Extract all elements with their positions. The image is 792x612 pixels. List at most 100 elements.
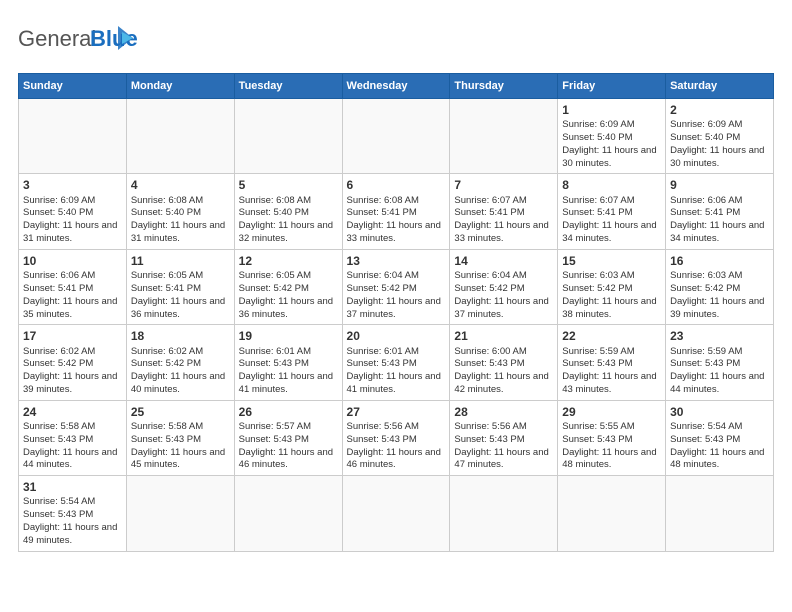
day-number: 7: [454, 177, 553, 193]
calendar-cell: [342, 476, 450, 551]
day-info: Sunrise: 6:06 AM Sunset: 5:41 PM Dayligh…: [23, 270, 122, 321]
day-number: 3: [23, 177, 122, 193]
day-number: 13: [347, 253, 446, 269]
calendar-cell: 27Sunrise: 5:56 AM Sunset: 5:43 PM Dayli…: [342, 400, 450, 475]
calendar-cell: 22Sunrise: 5:59 AM Sunset: 5:43 PM Dayli…: [558, 325, 666, 400]
calendar-cell: 2Sunrise: 6:09 AM Sunset: 5:40 PM Daylig…: [666, 99, 774, 174]
day-number: 31: [23, 479, 122, 495]
calendar-cell: 25Sunrise: 5:58 AM Sunset: 5:43 PM Dayli…: [126, 400, 234, 475]
calendar-cell: [450, 476, 558, 551]
calendar-cell: 16Sunrise: 6:03 AM Sunset: 5:42 PM Dayli…: [666, 249, 774, 324]
day-info: Sunrise: 5:56 AM Sunset: 5:43 PM Dayligh…: [347, 421, 446, 472]
day-info: Sunrise: 5:57 AM Sunset: 5:43 PM Dayligh…: [239, 421, 338, 472]
calendar-cell: 5 Sunrise: 6:08 AM Sunset: 5:40 PM Daylig…: [234, 174, 342, 249]
day-info: Sunrise: 6:03 AM Sunset: 5:42 PM Dayligh…: [670, 270, 769, 321]
day-info: Sunrise: 5:58 AM Sunset: 5:43 PM Dayligh…: [131, 421, 230, 472]
calendar-cell: 6Sunrise: 6:08 AM Sunset: 5:41 PM Daylig…: [342, 174, 450, 249]
day-number: 25: [131, 404, 230, 420]
day-number: 24: [23, 404, 122, 420]
calendar-cell: 12Sunrise: 6:05 AM Sunset: 5:42 PM Dayli…: [234, 249, 342, 324]
calendar-cell: 20Sunrise: 6:01 AM Sunset: 5:43 PM Dayli…: [342, 325, 450, 400]
calendar-week-2: 3 Sunrise: 6:09 AM Sunset: 5:40 PM Daylig…: [19, 174, 774, 249]
svg-text:General: General: [18, 26, 96, 51]
calendar-cell: [126, 99, 234, 174]
day-number: 11: [131, 253, 230, 269]
day-info: Sunrise: 6:03 AM Sunset: 5:42 PM Dayligh…: [562, 270, 661, 321]
calendar-cell: 31Sunrise: 5:54 AM Sunset: 5:43 PM Dayli…: [19, 476, 127, 551]
weekday-header-wednesday: Wednesday: [342, 74, 450, 99]
logo: General Blue: [18, 18, 138, 67]
calendar-cell: [666, 476, 774, 551]
day-number: 15: [562, 253, 661, 269]
day-number: 21: [454, 328, 553, 344]
calendar-cell: [558, 476, 666, 551]
day-number: 23: [670, 328, 769, 344]
day-number: 27: [347, 404, 446, 420]
day-info: Sunrise: 6:04 AM Sunset: 5:42 PM Dayligh…: [347, 270, 446, 321]
day-number: 5: [239, 177, 338, 193]
calendar-cell: 26Sunrise: 5:57 AM Sunset: 5:43 PM Dayli…: [234, 400, 342, 475]
day-number: 17: [23, 328, 122, 344]
calendar-week-1: 1Sunrise: 6:09 AM Sunset: 5:40 PM Daylig…: [19, 99, 774, 174]
calendar-cell: [126, 476, 234, 551]
calendar-cell: [342, 99, 450, 174]
calendar-cell: 10Sunrise: 6:06 AM Sunset: 5:41 PM Dayli…: [19, 249, 127, 324]
day-info: Sunrise: 6:06 AM Sunset: 5:41 PM Dayligh…: [670, 195, 769, 246]
calendar-week-4: 17 Sunrise: 6:02 AM Sunset: 5:42 PM Dayli…: [19, 325, 774, 400]
calendar-week-6: 31Sunrise: 5:54 AM Sunset: 5:43 PM Dayli…: [19, 476, 774, 551]
weekday-header-friday: Friday: [558, 74, 666, 99]
day-number: 2: [670, 102, 769, 118]
day-number: 1: [562, 102, 661, 118]
weekday-header-tuesday: Tuesday: [234, 74, 342, 99]
weekday-header-thursday: Thursday: [450, 74, 558, 99]
day-number: 16: [670, 253, 769, 269]
day-info: Sunrise: 6:09 AM Sunset: 5:40 PM Dayligh…: [562, 119, 661, 170]
day-info: Sunrise: 6:02 AM Sunset: 5:42 PM Dayligh…: [131, 346, 230, 397]
calendar-cell: 30Sunrise: 5:54 AM Sunset: 5:43 PM Dayli…: [666, 400, 774, 475]
day-number: 26: [239, 404, 338, 420]
calendar-cell: 24Sunrise: 5:58 AM Sunset: 5:43 PM Dayli…: [19, 400, 127, 475]
calendar-cell: 17Sunrise: 6:02 AM Sunset: 5:42 PM Dayli…: [19, 325, 127, 400]
calendar-cell: 29Sunrise: 5:55 AM Sunset: 5:43 PM Dayli…: [558, 400, 666, 475]
logo-area: General Blue: [18, 18, 138, 67]
day-info: Sunrise: 6:01 AM Sunset: 5:43 PM Dayligh…: [347, 346, 446, 397]
day-number: 28: [454, 404, 553, 420]
calendar-cell: 18Sunrise: 6:02 AM Sunset: 5:42 PM Dayli…: [126, 325, 234, 400]
day-info: Sunrise: 6:05 AM Sunset: 5:41 PM Dayligh…: [131, 270, 230, 321]
day-number: 12: [239, 253, 338, 269]
day-info: Sunrise: 6:08 AM Sunset: 5:40 PM Dayligh…: [131, 195, 230, 246]
calendar-cell: 4Sunrise: 6:08 AM Sunset: 5:40 PM Daylig…: [126, 174, 234, 249]
page: General Blue SundayMondayTuesdayWednesda…: [0, 0, 792, 562]
day-info: Sunrise: 5:59 AM Sunset: 5:43 PM Dayligh…: [562, 346, 661, 397]
calendar-cell: 7 Sunrise: 6:07 AM Sunset: 5:41 PM Daylig…: [450, 174, 558, 249]
calendar-week-3: 10Sunrise: 6:06 AM Sunset: 5:41 PM Dayli…: [19, 249, 774, 324]
weekday-header-monday: Monday: [126, 74, 234, 99]
calendar-cell: 9 Sunrise: 6:06 AM Sunset: 5:41 PM Daylig…: [666, 174, 774, 249]
calendar-cell: 3 Sunrise: 6:09 AM Sunset: 5:40 PM Daylig…: [19, 174, 127, 249]
day-info: Sunrise: 6:07 AM Sunset: 5:41 PM Dayligh…: [454, 195, 553, 246]
weekday-header-saturday: Saturday: [666, 74, 774, 99]
day-number: 14: [454, 253, 553, 269]
day-info: Sunrise: 6:01 AM Sunset: 5:43 PM Dayligh…: [239, 346, 338, 397]
calendar-week-5: 24 Sunrise: 5:58 AM Sunset: 5:43 PM Dayli…: [19, 400, 774, 475]
calendar-cell: 1Sunrise: 6:09 AM Sunset: 5:40 PM Daylig…: [558, 99, 666, 174]
day-info: Sunrise: 5:55 AM Sunset: 5:43 PM Dayligh…: [562, 421, 661, 472]
calendar-cell: 11Sunrise: 6:05 AM Sunset: 5:41 PM Dayli…: [126, 249, 234, 324]
calendar-cell: [234, 99, 342, 174]
calendar-table: SundayMondayTuesdayWednesdayThursdayFrid…: [18, 73, 774, 552]
day-info: Sunrise: 6:05 AM Sunset: 5:42 PM Dayligh…: [239, 270, 338, 321]
calendar-cell: 21Sunrise: 6:00 AM Sunset: 5:43 PM Dayli…: [450, 325, 558, 400]
calendar-cell: 13Sunrise: 6:04 AM Sunset: 5:42 PM Dayli…: [342, 249, 450, 324]
day-number: 8: [562, 177, 661, 193]
calendar-cell: 14Sunrise: 6:04 AM Sunset: 5:42 PM Dayli…: [450, 249, 558, 324]
weekday-header-row: SundayMondayTuesdayWednesdayThursdayFrid…: [19, 74, 774, 99]
day-number: 29: [562, 404, 661, 420]
day-number: 9: [670, 177, 769, 193]
day-info: Sunrise: 5:54 AM Sunset: 5:43 PM Dayligh…: [670, 421, 769, 472]
day-info: Sunrise: 6:08 AM Sunset: 5:41 PM Dayligh…: [347, 195, 446, 246]
day-info: Sunrise: 6:09 AM Sunset: 5:40 PM Dayligh…: [23, 195, 122, 246]
day-info: Sunrise: 6:08 AM Sunset: 5:40 PM Dayligh…: [239, 195, 338, 246]
header: General Blue: [18, 18, 774, 67]
day-info: Sunrise: 6:04 AM Sunset: 5:42 PM Dayligh…: [454, 270, 553, 321]
calendar-cell: [19, 99, 127, 174]
